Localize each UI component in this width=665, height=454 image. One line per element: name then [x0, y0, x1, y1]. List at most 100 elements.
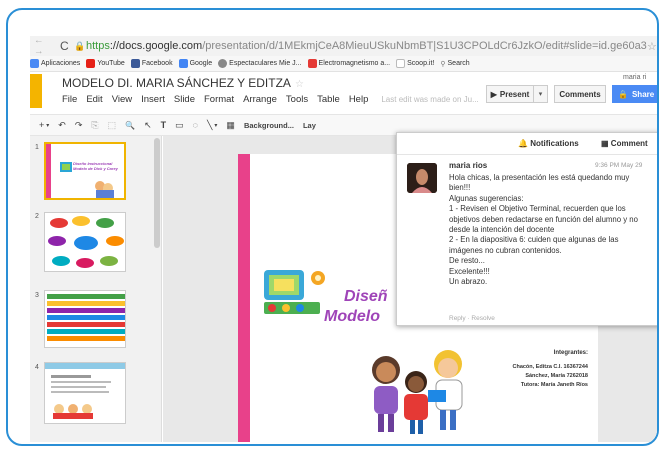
notifications-button[interactable]: 🔔 Notifications [518, 139, 579, 148]
menu-insert[interactable]: Insert [141, 94, 165, 105]
comments-panel-header: 🔔 Notifications ▦ Comment [397, 133, 657, 155]
star-icon[interactable]: ☆ [295, 79, 304, 90]
bookmark-espectaculares[interactable]: Espectaculares Mie J... [218, 59, 302, 68]
slide-4-preview [45, 363, 125, 419]
back-forward-icons[interactable]: ← → [30, 36, 60, 57]
menu-slide[interactable]: Slide [174, 94, 195, 105]
share-label: Share [631, 89, 655, 99]
menu-arrange[interactable]: Arrange [243, 94, 277, 105]
line-icon[interactable]: ╲ [207, 120, 212, 131]
comment-button[interactable]: ▦ Comment [601, 139, 648, 148]
comment-line: objetivos deben redactarse en función de… [449, 214, 638, 224]
bookmark-facebook[interactable]: Facebook [130, 59, 173, 68]
present-dropdown-button[interactable]: ▾ [534, 85, 548, 103]
present-button[interactable]: ▶ Present [486, 85, 534, 103]
new-slide-dropdown-icon[interactable]: ▾ [46, 122, 49, 129]
reply-resolve-links[interactable]: Reply · Resolve [449, 315, 495, 322]
share-button[interactable]: 🔒 Share [612, 85, 657, 103]
text-box-icon[interactable]: T [161, 120, 167, 130]
bookmark-label: Search [447, 60, 470, 67]
image-icon[interactable]: ▭ [175, 120, 184, 131]
filmstrip-scrollbar[interactable] [154, 138, 160, 248]
paint-format-icon[interactable]: ⎘ [91, 120, 98, 131]
url-scheme: https [86, 40, 110, 52]
comment-line: Hola chicas, la presentación les está qu… [449, 173, 630, 182]
lock-icon: 🔒 [618, 89, 628, 99]
present-icon: ▶ [490, 89, 497, 99]
last-edit-status[interactable]: Last edit was made on Ju... [381, 95, 478, 105]
page-icon [396, 59, 406, 68]
avatar [407, 163, 437, 193]
slide-1-preview [46, 144, 114, 198]
bookmark-label: Scoop.it! [407, 60, 435, 67]
bookmark-search[interactable]: ⚲ Search [440, 60, 469, 68]
menu-view[interactable]: View [112, 94, 132, 105]
slide-number: 2 [35, 213, 39, 220]
globe-icon [218, 59, 228, 68]
slide-2-preview [48, 216, 124, 268]
comment-line: imágenes no cubran contenidos. [449, 245, 562, 255]
menu-bar: File Edit View Insert Slide Format Arran… [62, 94, 488, 105]
lock-icon: 🔒 [74, 40, 86, 51]
line-dropdown-icon[interactable]: ▾ [214, 122, 217, 129]
bookmark-scoopit[interactable]: Scoop.it! [396, 59, 434, 68]
redo-icon[interactable]: ↷ [75, 120, 83, 131]
comments-button[interactable]: Comments [554, 85, 606, 103]
bookmark-google[interactable]: Google [178, 59, 212, 68]
apps-icon [30, 59, 39, 68]
slide-filmstrip: 1 Diseño Instruccional Modelo de Dick y … [30, 136, 162, 442]
reload-icon[interactable]: C [60, 39, 74, 53]
menu-edit[interactable]: Edit [86, 94, 102, 105]
bookmark-label: Espectaculares Mie J... [229, 60, 302, 67]
slide-integrante-2: Sánchez, María 7262018 [525, 373, 588, 379]
video-icon [307, 59, 317, 68]
slide-thumbnail-1[interactable]: Diseño Instruccional Modelo de Dick y Ca… [44, 142, 126, 200]
slide-thumbnail-2[interactable] [44, 212, 126, 272]
shape-icon[interactable]: ◌ [193, 120, 198, 130]
figure-frame: ← → C 🔒 https://docs.google.com/presenta… [6, 8, 659, 446]
layout-button[interactable]: Lay [303, 121, 316, 130]
slide-title-line2: Modelo [324, 308, 380, 325]
slide-integrante-3: Tutora: María Janeth Ríos [520, 382, 588, 388]
new-slide-icon[interactable]: + [39, 120, 44, 130]
present-label: Present [499, 89, 530, 99]
bookmark-label: Electromagnetismo a... [318, 60, 391, 67]
background-button[interactable]: Background... [244, 121, 294, 130]
menu-help[interactable]: Help [349, 94, 369, 105]
slide-thumbnail-4[interactable] [44, 362, 126, 424]
bookmark-label: Facebook [141, 60, 173, 67]
address-bar: ← → C 🔒 https://docs.google.com/presenta… [30, 36, 657, 57]
bookmarks-bar: Aplicaciones YouTube Facebook Google Esp… [30, 56, 657, 72]
comment-label: Comment [610, 139, 648, 148]
slide-number: 3 [35, 292, 39, 299]
bookmark-star-icon[interactable]: ☆ [647, 40, 657, 53]
slide-number: 1 [35, 144, 39, 151]
select-icon[interactable]: ↖ [144, 120, 152, 131]
slides-logo-icon[interactable] [30, 74, 42, 108]
menu-file[interactable]: File [62, 94, 77, 105]
bookmark-youtube[interactable]: YouTube [86, 59, 125, 68]
notifications-label: Notifications [530, 139, 579, 148]
bookmark-label: YouTube [97, 60, 125, 67]
facebook-icon [130, 59, 140, 68]
comment-icon[interactable]: ▦ [226, 120, 235, 131]
menu-format[interactable]: Format [204, 94, 234, 105]
classroom-illustration [264, 270, 325, 314]
document-title[interactable]: MODELO DI. MARIA SÁNCHEZ Y EDITZA ☆ [62, 76, 304, 90]
slide-1-title: Diseño Instruccional Modelo de Dick y Ca… [73, 161, 118, 171]
url-field[interactable]: https://docs.google.com/presentation/d/1… [86, 40, 647, 52]
bookmark-apps[interactable]: Aplicaciones [30, 59, 80, 68]
zoom-fit-icon[interactable]: ⬚ [108, 120, 117, 131]
comment-line: 1 - Revisen el Objetivo Terminal, recuer… [449, 204, 626, 214]
menu-table[interactable]: Table [317, 94, 340, 105]
slide-accent-bar [238, 154, 250, 442]
slide-thumbnail-3[interactable] [44, 290, 126, 348]
comment-author: maria rios [449, 161, 488, 170]
zoom-icon[interactable]: 🔍 [125, 121, 135, 130]
bookmark-electromagnetismo[interactable]: Electromagnetismo a... [307, 59, 391, 68]
undo-icon[interactable]: ↶ [58, 120, 66, 131]
children-reading-illustration [372, 350, 463, 434]
user-name[interactable]: maria ri [623, 74, 646, 81]
menu-tools[interactable]: Tools [286, 94, 308, 105]
comment-line: 2 - En la diapositiva 6: cuiden que algu… [449, 235, 619, 245]
